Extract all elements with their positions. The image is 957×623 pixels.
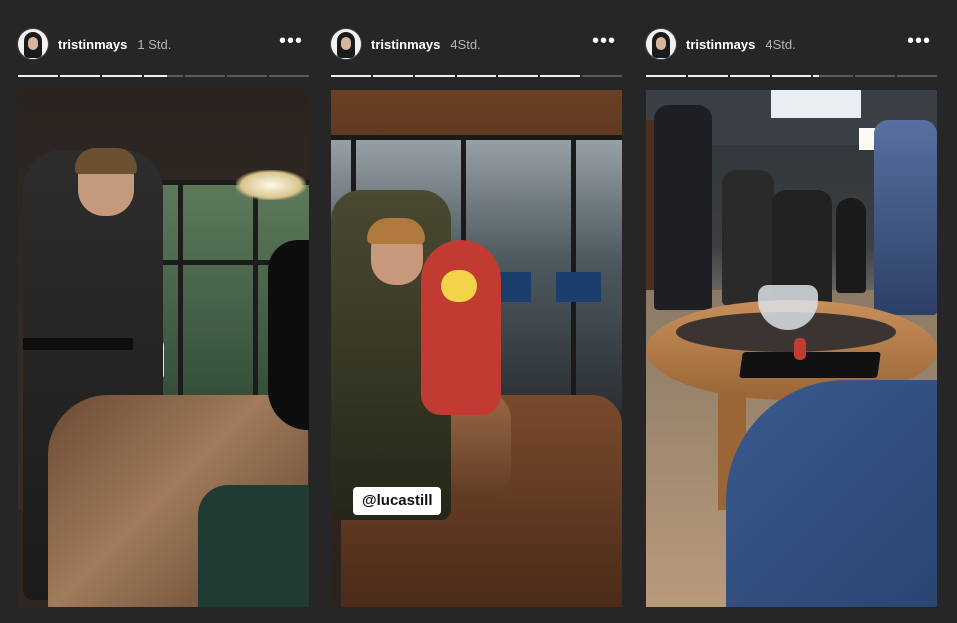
progress-fill [18, 75, 58, 77]
progress-segment [813, 75, 854, 77]
progress-segment [143, 75, 184, 77]
devil-sticker [421, 240, 501, 415]
progress-segment [855, 75, 896, 77]
story-progress-bar [646, 75, 938, 78]
skylight [771, 90, 861, 118]
progress-segment [687, 75, 728, 77]
progress-segment [101, 75, 142, 77]
progress-segment [331, 75, 371, 77]
window-frame [253, 180, 258, 420]
person [836, 198, 866, 293]
avatar-face [656, 37, 666, 50]
progress-fill [771, 75, 812, 77]
progress-segment [18, 75, 58, 77]
avatar[interactable] [331, 29, 361, 59]
avatar-face [28, 37, 38, 50]
post-time: 1 Std. [137, 36, 172, 52]
story-header: tristinmays 1 Std. ••• [18, 28, 309, 60]
devil-sticker-head [441, 270, 477, 302]
more-horizontal-icon[interactable]: ••• [279, 31, 303, 51]
avatar-face [341, 37, 351, 50]
window-frame [331, 135, 622, 140]
username[interactable]: tristinmays [371, 37, 440, 52]
post-time: 4Std. [765, 36, 796, 52]
progress-fill [101, 75, 142, 77]
person-hair [367, 218, 425, 244]
progress-fill [143, 75, 168, 77]
progress-fill [729, 75, 770, 77]
more-horizontal-icon[interactable]: ••• [907, 31, 931, 51]
green-shirt [198, 485, 309, 607]
story-media[interactable] [18, 90, 309, 607]
story-card-1[interactable]: tristinmays 1 Std. ••• [18, 0, 310, 623]
story-media[interactable]: @lucastill [331, 90, 622, 607]
post-time: 4Std. [450, 36, 481, 52]
progress-segment [646, 75, 686, 77]
more-horizontal-icon[interactable]: ••• [592, 31, 616, 51]
progress-segment [498, 75, 539, 77]
progress-fill [813, 75, 820, 77]
story-progress-bar [18, 75, 310, 78]
person-hair [75, 148, 137, 174]
username[interactable]: tristinmays [686, 37, 755, 52]
progress-segment [582, 75, 623, 77]
progress-segment [269, 75, 310, 77]
progress-fill [414, 75, 455, 77]
story-card-3[interactable]: tristinmays 4Std. ••• [646, 0, 938, 623]
progress-segment [372, 75, 413, 77]
progress-fill [687, 75, 728, 77]
dark-hair [268, 240, 309, 430]
progress-segment [227, 75, 268, 77]
person [874, 120, 937, 315]
studio-light [236, 170, 306, 200]
username[interactable]: tristinmays [58, 37, 127, 52]
progress-segment [897, 75, 938, 77]
story-header: tristinmays 4Std. ••• [331, 28, 622, 60]
progress-segment [729, 75, 770, 77]
story-header: tristinmays 4Std. ••• [646, 28, 937, 60]
progress-segment [185, 75, 226, 77]
progress-fill [646, 75, 686, 77]
figurine [794, 338, 806, 360]
belt [23, 338, 133, 350]
progress-fill [498, 75, 539, 77]
laptop [739, 352, 881, 378]
person [654, 105, 712, 310]
story-media[interactable] [646, 90, 937, 607]
progress-fill [456, 75, 497, 77]
progress-fill [540, 75, 581, 77]
progress-fill [372, 75, 413, 77]
story-card-2[interactable]: tristinmays 4Std. ••• @lucastill [331, 0, 623, 623]
avatar[interactable] [18, 29, 48, 59]
progress-segment [771, 75, 812, 77]
mention-sticker[interactable]: @lucastill [353, 487, 442, 515]
progress-segment [540, 75, 581, 77]
monitor [556, 272, 601, 302]
avatar[interactable] [646, 29, 676, 59]
progress-fill [331, 75, 371, 77]
story-progress-bar [331, 75, 623, 78]
progress-segment [456, 75, 497, 77]
window-frame [178, 180, 183, 420]
progress-fill [59, 75, 100, 77]
progress-segment [59, 75, 100, 77]
progress-segment [414, 75, 455, 77]
